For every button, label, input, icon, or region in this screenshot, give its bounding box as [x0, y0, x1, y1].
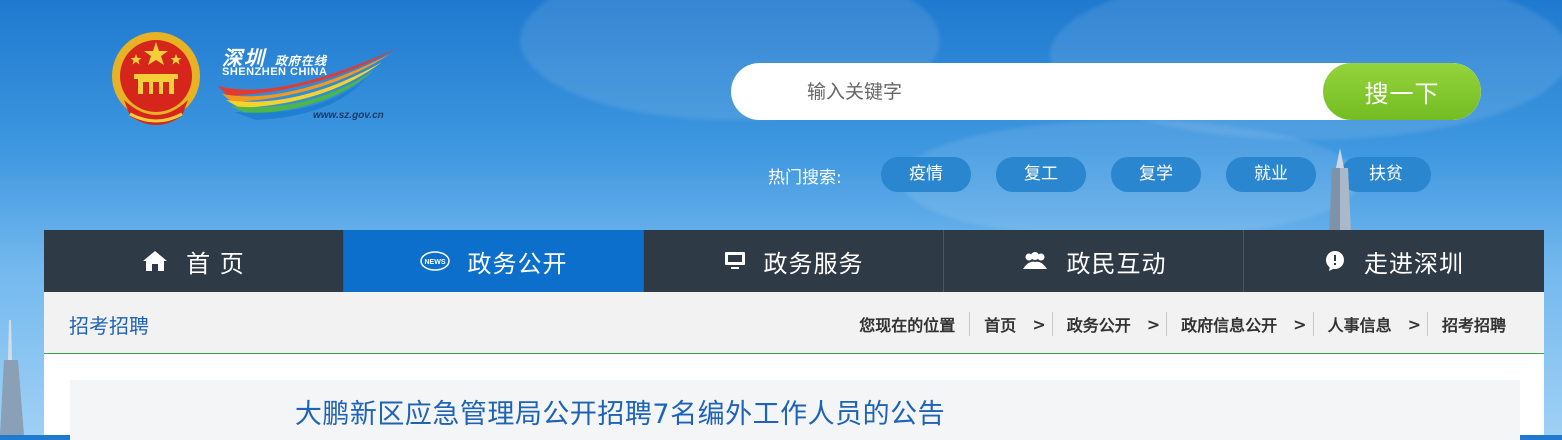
nav-item-label: 首 页: [186, 249, 245, 278]
national-emblem-icon: [110, 30, 202, 130]
nav-item-label: 走进深圳: [1364, 249, 1464, 278]
logo-url-text: www.sz.gov.cn: [313, 110, 384, 121]
hot-tag-epidemic[interactable]: 疫情: [881, 157, 971, 192]
svg-text:NEWS: NEWS: [424, 259, 445, 266]
breadcrumb-separator: >: [1407, 314, 1421, 334]
breadcrumb-separator: >: [1032, 314, 1046, 334]
breadcrumb-divider: [1051, 312, 1053, 336]
hot-tag-resume-school[interactable]: 复学: [1111, 157, 1201, 192]
nav-item-government-services[interactable]: 政务服务: [644, 230, 944, 292]
breadcrumb-divider: [969, 312, 971, 336]
breadcrumb-separator: >: [1293, 314, 1307, 334]
breadcrumb-label: 您现在的位置: [859, 316, 956, 335]
main-nav: 首 页 NEWS 政务公开 政务服务 政民互动 走进深圳: [44, 230, 1544, 292]
monitor-icon: [724, 251, 746, 271]
breadcrumb-divider: [1426, 312, 1428, 336]
people-icon: [1021, 251, 1049, 271]
nav-item-home[interactable]: 首 页: [44, 230, 344, 292]
site-logo[interactable]: 深圳 政府在线 SHENZHEN CHINA www.sz.gov.cn: [218, 40, 403, 130]
breadcrumb-divider: [1312, 312, 1314, 336]
section-header-bar: 招考招聘 您现在的位置 首页 > 政务公开 > 政府信息公开 > 人事信息 > …: [44, 292, 1544, 354]
search-input[interactable]: [731, 63, 1331, 120]
hot-search-label: 热门搜索:: [768, 168, 842, 188]
nav-item-label: 政民互动: [1066, 249, 1167, 278]
nav-item-government-affairs[interactable]: NEWS 政务公开: [344, 230, 644, 292]
home-icon: [142, 250, 168, 272]
nav-item-public-interaction[interactable]: 政民互动: [944, 230, 1244, 292]
breadcrumb-item-personnel-info[interactable]: 人事信息: [1328, 312, 1392, 336]
article-header: 大鹏新区应急管理局公开招聘7名编外工作人员的公告: [70, 380, 1520, 440]
hot-tag-resume-work[interactable]: 复工: [996, 157, 1086, 192]
article-title: 大鹏新区应急管理局公开招聘7名编外工作人员的公告: [294, 399, 946, 430]
hot-tag-employment[interactable]: 就业: [1226, 157, 1316, 192]
content-area: 大鹏新区应急管理局公开招聘7名编外工作人员的公告: [44, 354, 1544, 440]
breadcrumb-item-government-affairs[interactable]: 政务公开: [1067, 312, 1131, 336]
news-icon: NEWS: [419, 251, 450, 271]
chat-bubble-icon: [1324, 250, 1346, 272]
search-button[interactable]: 搜一下: [1323, 63, 1481, 120]
nav-item-label: 政务服务: [763, 249, 864, 278]
section-title: 招考招聘: [69, 314, 149, 338]
breadcrumb-item-gov-info[interactable]: 政府信息公开: [1181, 312, 1277, 336]
nav-item-label: 政务公开: [467, 249, 568, 278]
breadcrumb-item-recruitment[interactable]: 招考招聘: [1442, 312, 1506, 336]
skyscraper-illustration: [0, 320, 24, 435]
breadcrumb-item-home[interactable]: 首页: [984, 312, 1016, 336]
nav-item-discover-shenzhen[interactable]: 走进深圳: [1244, 230, 1544, 292]
logo-english-text: SHENZHEN CHINA: [222, 66, 328, 78]
breadcrumb-divider: [1166, 312, 1168, 336]
breadcrumb-separator: >: [1146, 314, 1161, 334]
search-box: 搜一下: [731, 63, 1481, 120]
breadcrumb: 您现在的位置 首页 > 政务公开 > 政府信息公开 > 人事信息 > 招考招聘: [859, 312, 1506, 336]
